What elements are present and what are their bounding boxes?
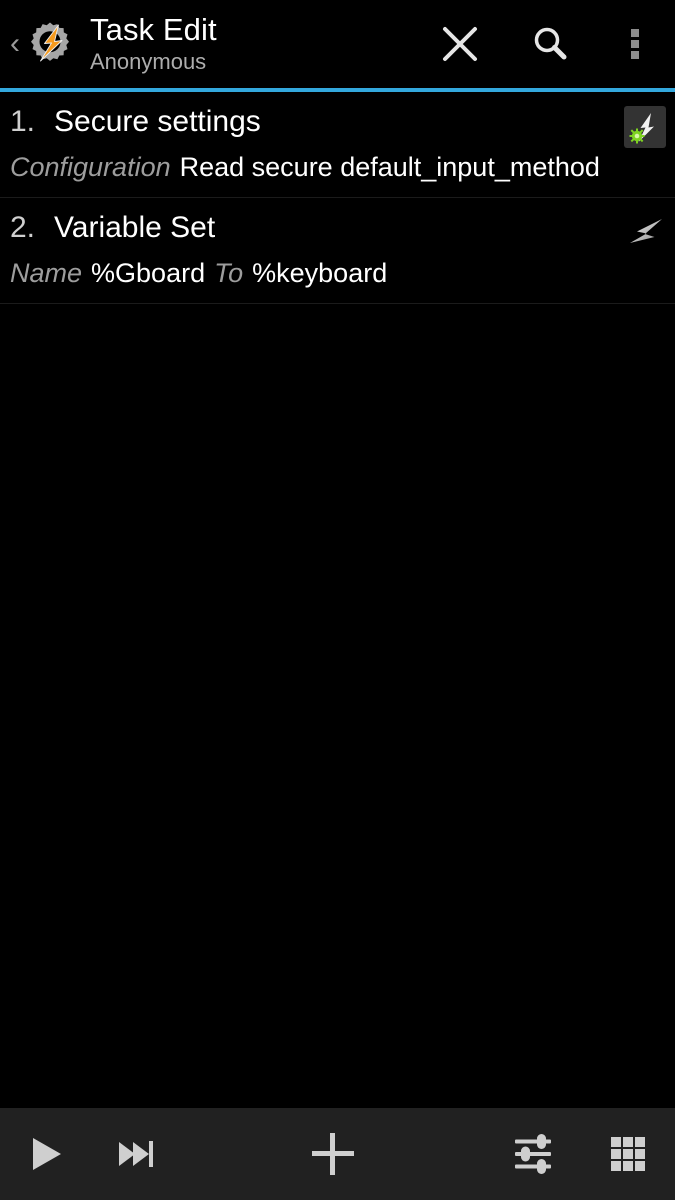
app-header: ‹ Task Edit Anonymous (0, 0, 675, 92)
step-task-button[interactable] (90, 1108, 180, 1200)
action-name: Secure settings (54, 105, 261, 138)
search-magnifier-icon (528, 22, 572, 66)
action-name: Variable Set (54, 211, 216, 244)
action-arg-value: %Gboard (91, 258, 206, 288)
action-arg-label: To (214, 258, 244, 288)
action-icon[interactable] (624, 106, 666, 148)
add-action-button[interactable] (283, 1108, 383, 1200)
action-args-line: Name %Gboard To %keyboard (10, 255, 665, 293)
action-list: 1. Secure settings Configuration Read se… (0, 92, 675, 304)
task-edit-screen: ‹ Task Edit Anonymous 1. Secure settings… (0, 0, 675, 1200)
grid-icon (602, 1128, 654, 1180)
action-row[interactable]: 2. Variable Set Name %Gboard To %keyboar… (0, 198, 675, 304)
page-title: Task Edit (90, 12, 217, 47)
overflow-menu-button[interactable] (595, 0, 675, 88)
action-title-line: 1. Secure settings (10, 100, 665, 146)
action-arg-value: Read secure default_input_method (179, 152, 600, 182)
bottom-toolbar (0, 1108, 675, 1200)
close-button[interactable] (415, 0, 505, 88)
action-title-line: 2. Variable Set (10, 206, 665, 252)
page-subtitle: Anonymous (90, 49, 207, 74)
tasker-gear-bolt-icon (22, 16, 78, 72)
run-task-button[interactable] (0, 1108, 90, 1200)
action-args-line: Configuration Read secure default_input_… (10, 149, 665, 187)
bolt-icon (624, 212, 666, 254)
action-grid-button[interactable] (580, 1108, 675, 1200)
action-row[interactable]: 1. Secure settings Configuration Read se… (0, 92, 675, 198)
action-number: 1. (10, 105, 36, 138)
action-arg-value: %keyboard (252, 258, 388, 288)
action-icon[interactable] (624, 212, 666, 254)
action-arg-label: Configuration (10, 152, 171, 182)
sliders-icon (507, 1128, 559, 1180)
plus-icon (303, 1124, 363, 1184)
task-properties-button[interactable] (485, 1108, 580, 1200)
header-actions (415, 0, 675, 88)
header-title-block: Task Edit Anonymous (90, 12, 415, 76)
search-button[interactable] (505, 0, 595, 88)
skip-next-icon (109, 1128, 161, 1180)
action-number: 2. (10, 211, 36, 244)
plugin-bolt-android-icon (624, 106, 666, 148)
play-icon (19, 1128, 71, 1180)
overflow-dots-icon (613, 22, 657, 66)
action-arg-label: Name (10, 258, 83, 288)
close-x-icon (438, 22, 482, 66)
